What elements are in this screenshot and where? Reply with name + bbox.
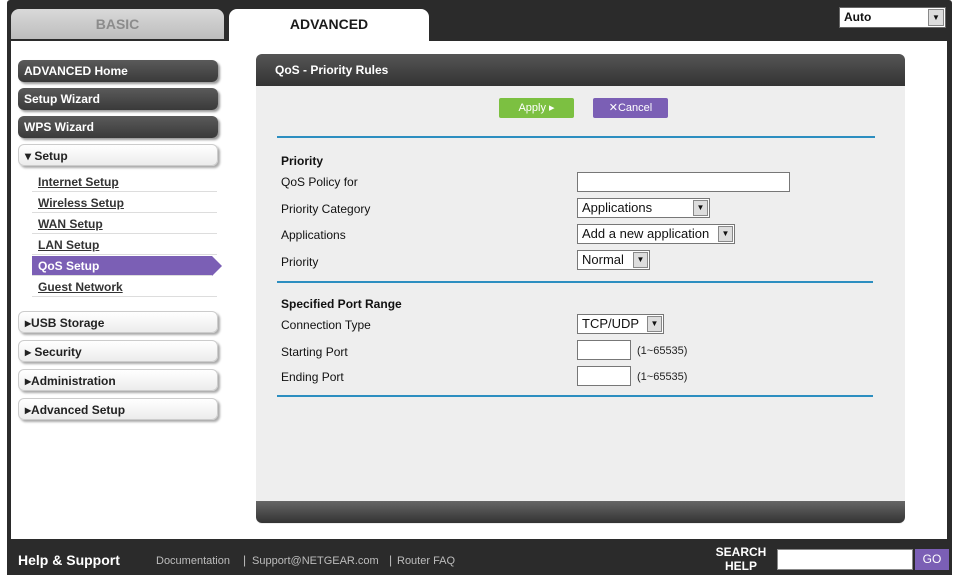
tab-basic[interactable]: BASIC — [11, 9, 224, 39]
sidebar-subitem-wan-setup[interactable]: WAN Setup — [32, 214, 217, 234]
priority-heading: Priority — [281, 154, 324, 168]
divider — [277, 136, 875, 138]
go-button[interactable]: GO — [915, 549, 949, 570]
starting-port-input[interactable] — [577, 340, 631, 360]
qos-policy-input[interactable] — [577, 172, 790, 192]
sidebar-item-setup-wizard[interactable]: Setup Wizard — [18, 88, 218, 110]
tab-advanced[interactable]: ADVANCED — [229, 9, 429, 41]
sidebar-item-usb-storage[interactable]: ▸USB Storage — [18, 311, 218, 333]
page-title: QoS - Priority Rules — [256, 54, 905, 86]
applications-select[interactable]: Add a new application ▼ — [577, 224, 735, 244]
sidebar-subitem-lan-setup[interactable]: LAN Setup — [32, 235, 217, 255]
chevron-down-icon[interactable]: ▼ — [928, 9, 944, 26]
applications-label: Applications — [281, 228, 346, 242]
footer-separator: | — [243, 553, 247, 567]
priority-value: Normal — [582, 252, 624, 267]
sidebar-subitem-qos-setup[interactable]: QoS Setup — [32, 256, 222, 276]
panel-footer — [256, 501, 905, 523]
port-range-heading: Specified Port Range — [281, 297, 402, 311]
chevron-down-icon[interactable]: ▼ — [647, 316, 662, 332]
documentation-link[interactable]: Documentation — [156, 555, 230, 567]
cancel-button[interactable]: ✕Cancel — [593, 98, 668, 118]
router-faq-link[interactable]: Router FAQ — [397, 555, 455, 567]
sidebar-subitem-internet-setup[interactable]: Internet Setup — [32, 172, 217, 192]
divider — [277, 395, 873, 397]
priority-category-select[interactable]: Applications ▼ — [577, 198, 710, 218]
applications-value: Add a new application — [582, 226, 710, 241]
sidebar-item-wps-wizard[interactable]: WPS Wizard — [18, 116, 218, 138]
divider — [277, 281, 873, 283]
help-support-title: Help & Support — [18, 552, 120, 568]
connection-type-label: Connection Type — [281, 318, 371, 332]
sidebar-subitem-wireless-setup[interactable]: Wireless Setup — [32, 193, 217, 213]
sidebar-item-advanced-home[interactable]: ADVANCED Home — [18, 60, 218, 82]
search-help-label: SEARCH HELP — [715, 545, 767, 573]
priority-label: Priority — [281, 255, 319, 269]
starting-port-label: Starting Port — [281, 345, 348, 359]
qos-policy-label: QoS Policy for — [281, 175, 358, 189]
qos-panel: QoS - Priority Rules — [256, 54, 905, 524]
language-select[interactable]: Auto ▼ — [839, 7, 946, 28]
panel-body — [262, 86, 899, 500]
priority-category-value: Applications — [582, 200, 653, 215]
language-select-value: Auto — [844, 10, 872, 24]
priority-select[interactable]: Normal ▼ — [577, 250, 650, 270]
support-email-link[interactable]: Support@NETGEAR.com — [252, 555, 379, 567]
sidebar-item-advanced-setup[interactable]: ▸Advanced Setup — [18, 398, 218, 420]
sidebar-item-setup[interactable]: ▾ Setup — [18, 144, 218, 166]
priority-category-label: Priority Category — [281, 202, 371, 216]
starting-port-hint: (1~65535) — [637, 345, 688, 357]
footer-separator: | — [389, 553, 393, 567]
ending-port-label: Ending Port — [281, 370, 344, 384]
chevron-down-icon[interactable]: ▼ — [633, 252, 648, 268]
search-input[interactable] — [777, 549, 913, 570]
ending-port-hint: (1~65535) — [637, 371, 688, 383]
connection-type-value: TCP/UDP — [582, 316, 640, 331]
chevron-down-icon[interactable]: ▼ — [693, 200, 708, 216]
apply-button[interactable]: Apply ▸ — [499, 98, 574, 118]
sidebar-item-security[interactable]: ▸ Security — [18, 340, 218, 362]
chevron-down-icon[interactable]: ▼ — [718, 226, 733, 242]
connection-type-select[interactable]: TCP/UDP ▼ — [577, 314, 664, 334]
sidebar-item-administration[interactable]: ▸Administration — [18, 369, 218, 391]
ending-port-input[interactable] — [577, 366, 631, 386]
sidebar-subitem-guest-network[interactable]: Guest Network — [32, 277, 217, 297]
